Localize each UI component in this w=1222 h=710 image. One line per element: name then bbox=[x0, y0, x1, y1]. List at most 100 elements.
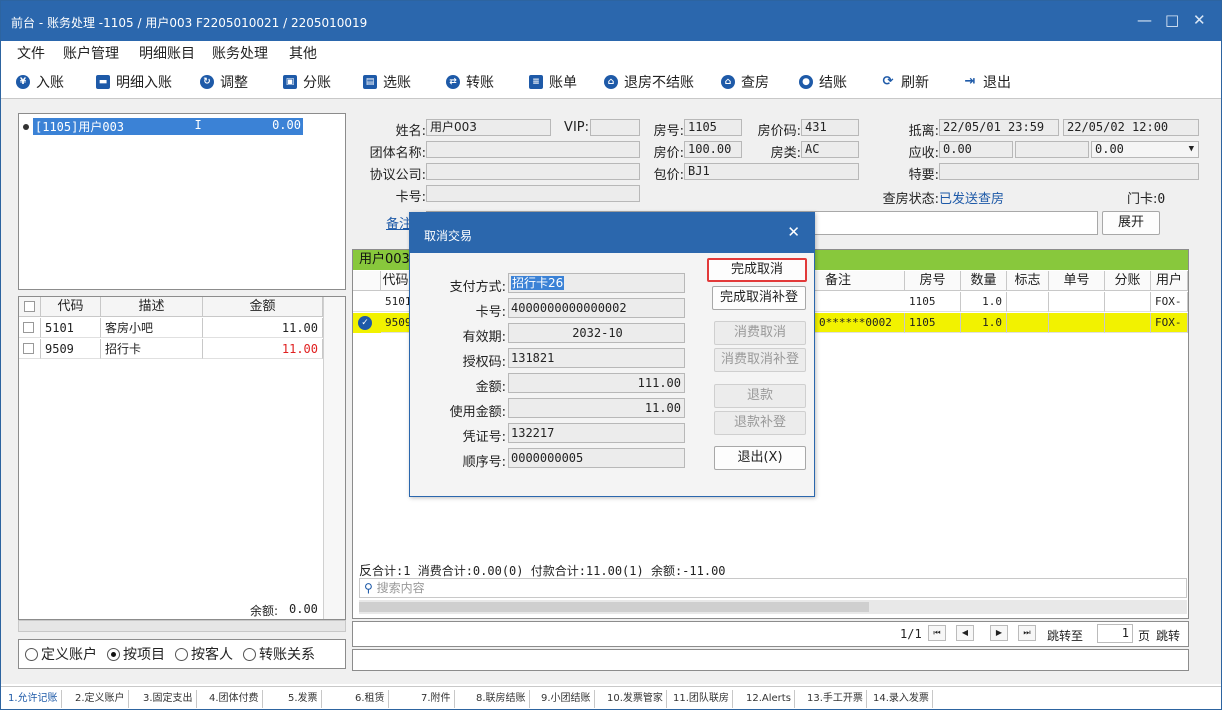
tab-invoice-manager[interactable]: 10.发票管家 bbox=[604, 690, 667, 708]
col-room[interactable]: 房号 bbox=[905, 271, 961, 291]
select-all-checkbox[interactable] bbox=[24, 301, 35, 312]
split-button[interactable]: ▣ 分账 bbox=[283, 72, 331, 92]
tab-invoice[interactable]: 5.发票 bbox=[285, 690, 322, 708]
voucher-field[interactable]: 132217 bbox=[508, 423, 685, 443]
col-qty[interactable]: 数量 bbox=[961, 271, 1007, 291]
tab-lease[interactable]: 6.租赁 bbox=[352, 690, 389, 708]
select-button[interactable]: ▤ 选账 bbox=[363, 72, 411, 92]
receivable-dropdown[interactable]: 0.00 ▼ bbox=[1091, 141, 1199, 158]
consume-cancel-supp-button[interactable]: 消费取消补登 bbox=[714, 348, 806, 372]
refresh-button[interactable]: ⟳ 刷新 bbox=[881, 72, 929, 92]
auth-code-field[interactable]: 131821 bbox=[508, 348, 685, 368]
col-remark[interactable]: 备注 bbox=[815, 271, 905, 291]
card-field[interactable] bbox=[426, 185, 640, 202]
expiry-field[interactable]: 2032-10 bbox=[508, 323, 685, 343]
price-field[interactable]: 100.00 bbox=[684, 141, 742, 158]
tab-allow-posting[interactable]: 1.允许记账 bbox=[5, 690, 62, 708]
detail-post-button[interactable]: ▬ 明细入账 bbox=[96, 72, 172, 92]
vip-field[interactable] bbox=[590, 119, 640, 136]
col-order[interactable]: 单号 bbox=[1049, 271, 1105, 291]
used-amount-field[interactable]: 11.00 bbox=[508, 398, 685, 418]
post-button[interactable]: ¥ 入账 bbox=[16, 72, 64, 92]
room-type-field[interactable]: AC bbox=[801, 141, 859, 158]
next-page-icon[interactable]: ▶ bbox=[990, 625, 1008, 641]
adjust-button[interactable]: ↻ 调整 bbox=[200, 72, 248, 92]
menu-account-mgmt[interactable]: 账户管理 bbox=[63, 43, 119, 63]
settle-button[interactable]: ● 结账 bbox=[799, 72, 847, 92]
card-no-field[interactable]: 4000000000000002 bbox=[508, 298, 685, 318]
company-field[interactable] bbox=[426, 163, 640, 180]
col-code[interactable]: 代码 bbox=[381, 271, 411, 291]
name-field[interactable]: 用户003 bbox=[426, 119, 551, 136]
room-field[interactable]: 1105 bbox=[684, 119, 742, 136]
exit-button[interactable]: ⇥ 退出 bbox=[963, 72, 1011, 92]
menu-billing[interactable]: 账务处理 bbox=[212, 43, 268, 63]
checkout-no-settle-button[interactable]: ⌂ 退房不结账 bbox=[604, 72, 694, 92]
group-field[interactable] bbox=[426, 141, 640, 158]
tab-team-linked-room[interactable]: 11.团队联房 bbox=[670, 690, 733, 708]
tab-group-payment[interactable]: 4.团体付费 bbox=[206, 690, 263, 708]
col-flag[interactable]: 标志 bbox=[1007, 271, 1049, 291]
package-field[interactable]: BJ1 bbox=[684, 163, 859, 180]
col-user[interactable]: 用户 bbox=[1151, 271, 1188, 291]
radio-transfer-relation[interactable]: 转账关系 bbox=[243, 644, 315, 664]
tab-alerts[interactable]: 12.Alerts bbox=[743, 690, 795, 708]
tab-attachment[interactable]: 7.附件 bbox=[418, 690, 455, 708]
search-input[interactable]: ⚲ 搜索内容 bbox=[359, 578, 1187, 598]
refund-button[interactable]: 退款 bbox=[714, 384, 806, 408]
select-all-header[interactable] bbox=[19, 297, 41, 317]
pay-method-field[interactable]: 招行卡26 bbox=[508, 273, 685, 293]
col-split[interactable]: 分账 bbox=[1105, 271, 1151, 291]
menu-file[interactable]: 文件 bbox=[17, 43, 45, 63]
col-desc[interactable]: 描述 bbox=[101, 297, 203, 317]
expand-button[interactable]: 展开 bbox=[1102, 211, 1160, 235]
tree-node-selected[interactable]: [1105]用户003 I 0.00 bbox=[33, 118, 303, 135]
tab-enter-invoice[interactable]: 14.录入发票 bbox=[870, 690, 933, 708]
row-checkbox[interactable] bbox=[23, 343, 34, 354]
bill-button[interactable]: ≡ 账单 bbox=[529, 72, 577, 92]
complete-cancel-button[interactable]: 完成取消 bbox=[707, 258, 807, 282]
horizontal-scrollbar[interactable] bbox=[18, 620, 346, 632]
window-title: 前台 - 账务处理 -1105 / 用户003 F2205010021 / 22… bbox=[11, 16, 368, 30]
receivable-field-2[interactable] bbox=[1015, 141, 1089, 158]
page-input[interactable]: 1 bbox=[1097, 624, 1133, 643]
col-code[interactable]: 代码 bbox=[41, 297, 101, 317]
radio-by-guest[interactable]: 按客人 bbox=[175, 644, 233, 664]
special-field[interactable] bbox=[939, 163, 1199, 180]
arrive-field[interactable]: 22/05/01 23:59 bbox=[939, 119, 1059, 136]
amount-field[interactable]: 111.00 bbox=[508, 373, 685, 393]
transfer-button[interactable]: ⇄ 转账 bbox=[446, 72, 494, 92]
jump-button[interactable]: 跳转 bbox=[1156, 627, 1180, 644]
scroll-thumb[interactable] bbox=[359, 602, 869, 612]
first-page-icon[interactable]: ⏮ bbox=[928, 625, 946, 641]
tab-manual-invoice[interactable]: 13.手工开票 bbox=[804, 690, 867, 708]
tab-small-group-checkout[interactable]: 9.小团结账 bbox=[538, 690, 595, 708]
col-amount[interactable]: 金额 bbox=[203, 297, 323, 317]
prev-page-icon[interactable]: ◀ bbox=[956, 625, 974, 641]
close-button[interactable]: ✕ bbox=[1193, 11, 1206, 29]
dialog-close-icon[interactable]: ✕ bbox=[787, 223, 800, 241]
rate-code-field[interactable]: 431 bbox=[801, 119, 859, 136]
consume-cancel-button[interactable]: 消费取消 bbox=[714, 321, 806, 345]
radio-by-item[interactable]: 按项目 bbox=[107, 644, 165, 664]
receivable-field[interactable]: 0.00 bbox=[939, 141, 1013, 158]
room-check-button[interactable]: ⌂ 查房 bbox=[721, 72, 769, 92]
maximize-button[interactable]: □ bbox=[1165, 11, 1179, 29]
refund-supp-button[interactable]: 退款补登 bbox=[714, 411, 806, 435]
sequence-field[interactable]: 0000000005 bbox=[508, 448, 685, 468]
tab-linked-checkout[interactable]: 8.联房结账 bbox=[473, 690, 530, 708]
menu-other[interactable]: 其他 bbox=[289, 43, 317, 63]
radio-define-account[interactable]: 定义账户 bbox=[25, 644, 97, 664]
dialog-exit-button[interactable]: 退出(X) bbox=[714, 446, 806, 470]
tab-fixed-expense[interactable]: 3.固定支出 bbox=[140, 690, 197, 708]
depart-field[interactable]: 22/05/02 12:00 bbox=[1063, 119, 1199, 136]
row-checkbox[interactable] bbox=[23, 322, 34, 333]
menu-detail-items[interactable]: 明细账目 bbox=[139, 43, 195, 63]
last-page-icon[interactable]: ⏭ bbox=[1018, 625, 1036, 641]
tab-define-account[interactable]: 2.定义账户 bbox=[72, 690, 129, 708]
tree-node-room[interactable]: [1105]用户003 I 0.00 bbox=[23, 118, 303, 135]
horizontal-scrollbar[interactable] bbox=[359, 600, 1187, 614]
minimize-button[interactable]: — bbox=[1137, 11, 1152, 29]
vertical-scrollbar[interactable] bbox=[323, 297, 345, 619]
complete-cancel-supp-button[interactable]: 完成取消补登 bbox=[712, 286, 806, 310]
